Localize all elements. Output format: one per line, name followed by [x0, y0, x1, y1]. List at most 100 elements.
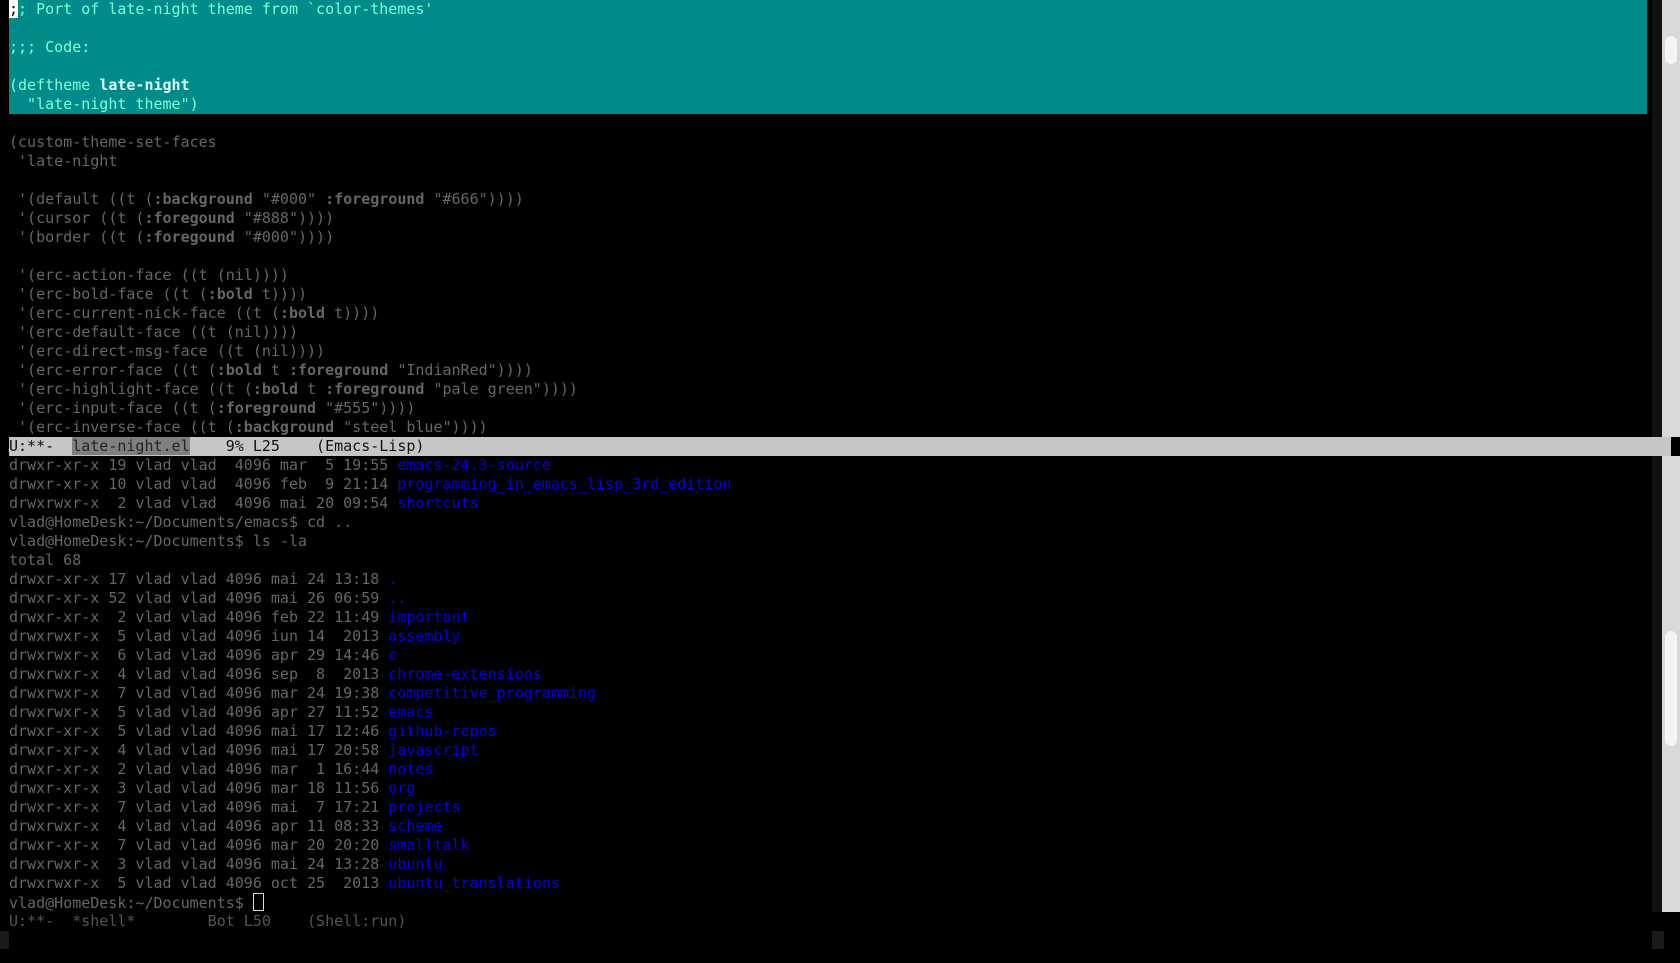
code-text: t))))	[325, 304, 380, 322]
shell-line: drwxr-xr-x 10 vlad vlad 4096 feb 9 21:14…	[9, 475, 731, 494]
file-meta: drwxrwxr-x 5 vlad vlad 4096 apr 27 11:52	[9, 703, 389, 721]
shell-command: vlad@HomeDesk:~/Documents$ ls -la	[9, 532, 308, 550]
listing-row: drwxr-xr-x 2 vlad vlad 4096 feb 22 11:49…	[9, 608, 470, 627]
file-meta: drwxr-xr-x 52 vlad vlad 4096 mai 26 06:5…	[9, 589, 389, 607]
keyword: :foregound	[144, 228, 235, 246]
code-text: '(erc-bold-face ((t (	[9, 285, 208, 303]
dir-name: scheme	[388, 817, 443, 835]
dir-name: org	[388, 779, 416, 797]
editor-line-23[interactable]: '(erc-inverse-face ((t (:background "ste…	[9, 418, 488, 437]
keyword: :bold	[216, 361, 262, 379]
left-fringe	[0, 931, 9, 949]
shell-prompt: vlad@HomeDesk:~/Documents$	[9, 894, 253, 912]
dir-name: shortcuts	[397, 494, 479, 512]
mode-info: 9% L25 (Emacs-Lisp)	[189, 437, 425, 455]
dir-name: javascript	[388, 741, 479, 759]
editor-line-22[interactable]: '(erc-input-face ((t (:foreground "#555"…	[9, 399, 415, 418]
editor-line-13[interactable]: '(border ((t (:foregound "#000"))))	[9, 228, 334, 247]
listing-row: drwxr-xr-x 5 vlad vlad 4096 mai 17 12:46…	[9, 722, 497, 741]
keyword: :background	[153, 190, 253, 208]
dir-name: important	[388, 608, 470, 626]
shell-prompt-line[interactable]: vlad@HomeDesk:~/Documents$	[9, 893, 264, 912]
editor-scroll-thumb[interactable]	[1665, 36, 1677, 64]
file-meta: drwxr-xr-x 2 vlad vlad 4096 feb 22 11:49	[9, 608, 389, 626]
file-meta: drwxr-xr-x 17 vlad vlad 4096 mai 24 13:1…	[9, 570, 389, 588]
code-text: t	[298, 380, 326, 398]
listing-row: drwxrwxr-x 5 vlad vlad 4096 iun 14 2013 …	[9, 627, 461, 646]
keyword: :foreground	[325, 380, 425, 398]
keyword: :foregound	[144, 209, 235, 227]
code-text: "#000"	[252, 190, 326, 208]
editor-line-9[interactable]: 'late-night	[9, 152, 117, 171]
dir-name: projects	[388, 798, 461, 816]
listing-row: drwxrwxr-x 7 vlad vlad 4096 mar 24 19:38…	[9, 684, 596, 703]
listing-row: drwxrwxr-x 4 vlad vlad 4096 sep 8 2013 c…	[9, 665, 542, 684]
dir-name: c	[388, 646, 398, 664]
listing-row: drwxr-xr-x 4 vlad vlad 4096 mai 17 20:58…	[9, 741, 479, 760]
dir-name: smalltalk	[388, 836, 470, 854]
editor-line-6[interactable]: "late-night theme")	[9, 95, 199, 114]
buffer-name[interactable]: late-night.el	[72, 437, 190, 455]
keyword: :bold	[252, 380, 298, 398]
editor-scrollbar[interactable]	[1662, 0, 1680, 437]
file-meta: drwxrwxr-x 6 vlad vlad 4096 apr 29 14:46	[9, 646, 389, 664]
comment-text: ; Port of late-night theme from `color-t…	[18, 0, 434, 18]
buffer-state: U:**-	[9, 437, 73, 455]
minibuffer[interactable]	[0, 931, 1680, 963]
editor-line-17[interactable]: '(erc-current-nick-face ((t (:bold t))))	[9, 304, 379, 323]
code-text: '(default ((t (	[9, 190, 154, 208]
editor-line-1[interactable]: ;; Port of late-night theme from `color-…	[9, 0, 433, 19]
right-fringe	[1652, 0, 1662, 437]
file-meta: drwxr-xr-x 10 vlad vlad 4096 feb 9 21:14	[9, 475, 398, 493]
point-cursor: ;	[9, 0, 19, 18]
editor-line-15[interactable]: '(erc-action-face ((t (nil))))	[9, 266, 289, 285]
editor-line-20[interactable]: '(erc-error-face ((t (:bold t :foregroun…	[9, 361, 533, 380]
editor-line-21[interactable]: '(erc-highlight-face ((t (:bold t :foreg…	[9, 380, 578, 399]
file-meta: drwxrwxr-x 5 vlad vlad 4096 oct 25 2013	[9, 874, 389, 892]
code-text: t))))	[252, 285, 308, 303]
dir-name: github-repos	[388, 722, 497, 740]
shell-scroll-thumb[interactable]	[1665, 631, 1677, 746]
editor-line-5[interactable]: (deftheme late-night	[9, 76, 190, 95]
listing-row: drwxrwxr-x 6 vlad vlad 4096 apr 29 14:46…	[9, 646, 397, 665]
file-meta: drwxrwxr-x 4 vlad vlad 4096 sep 8 2013	[9, 665, 389, 683]
listing-row: drwxrwxr-x 5 vlad vlad 4096 oct 25 2013 …	[9, 874, 560, 893]
code-text: "#555"))))	[316, 399, 416, 417]
editor-line-18[interactable]: '(erc-default-face ((t (nil))))	[9, 323, 298, 342]
code-text: '(erc-input-face ((t (	[9, 399, 217, 417]
code-text: "pale green"))))	[424, 380, 578, 398]
emacs-frame: ;; Port of late-night theme from `color-…	[0, 0, 1680, 963]
editor-mode-line[interactable]: U:**- late-night.el 9% L25 (Emacs-Lisp)	[9, 437, 1671, 456]
file-meta: drwxr-xr-x 7 vlad vlad 4096 mar 20 20:20	[9, 836, 389, 854]
editor-line-19[interactable]: '(erc-direct-msg-face ((t (nil))))	[9, 342, 325, 361]
listing-row: drwxr-xr-x 17 vlad vlad 4096 mai 24 13:1…	[9, 570, 397, 589]
keyword: :foreground	[216, 399, 317, 417]
listing-row: drwxr-xr-x 2 vlad vlad 4096 mar 1 16:44 …	[9, 760, 433, 779]
editor-line-12[interactable]: '(cursor ((t (:foregound "#888"))))	[9, 209, 334, 228]
keyword: :bold	[279, 304, 326, 322]
shell-line: drwxr-xr-x 19 vlad vlad 4096 mar 5 19:55…	[9, 456, 551, 475]
file-meta: drwxr-xr-x 3 vlad vlad 4096 mar 18 11:56	[9, 779, 389, 797]
code-text: '(border ((t (	[9, 228, 145, 246]
shell-total: total 68	[9, 551, 82, 569]
editor-line-11[interactable]: '(default ((t (:background "#000" :foreg…	[9, 190, 524, 209]
file-meta: drwxr-xr-x 5 vlad vlad 4096 mai 17 12:46	[9, 722, 389, 740]
editor-line-8[interactable]: (custom-theme-set-faces	[9, 133, 217, 152]
dir-name: ..	[388, 589, 407, 607]
listing-row: drwxrwxr-x 3 vlad vlad 4096 mai 24 13:28…	[9, 855, 442, 874]
right-fringe	[1652, 456, 1662, 912]
keyword: :foreground	[325, 190, 425, 208]
shell-mode-line[interactable]: U:**- *shell* Bot L50 (Shell:run)	[9, 912, 1647, 931]
listing-row: drwxr-xr-x 7 vlad vlad 4096 mar 20 20:20…	[9, 836, 470, 855]
code-text: "#888"))))	[234, 209, 335, 227]
keyword: :foreground	[288, 361, 389, 379]
listing-row: drwxrwxr-x 4 vlad vlad 4096 apr 11 08:33…	[9, 817, 442, 836]
shell-scrollbar[interactable]	[1662, 456, 1680, 912]
editor-line-16[interactable]: '(erc-bold-face ((t (:bold t))))	[9, 285, 307, 304]
editor-line-3[interactable]: ;;; Code:	[9, 38, 90, 57]
file-meta: drwxr-xr-x 19 vlad vlad 4096 mar 5 19:55	[9, 456, 398, 474]
shell-line: drwxrwxr-x 2 vlad vlad 4096 mai 20 09:54…	[9, 494, 479, 513]
code-text: '(erc-error-face ((t (	[9, 361, 217, 379]
code-text: "IndianRed"))))	[388, 361, 533, 379]
code-text: "#000"))))	[234, 228, 335, 246]
